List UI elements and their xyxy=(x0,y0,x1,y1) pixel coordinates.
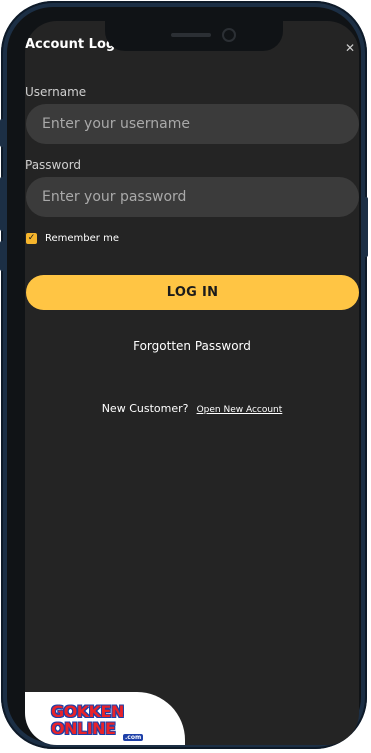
speaker-grille xyxy=(171,33,211,37)
username-input[interactable] xyxy=(26,104,359,144)
phone-frame: Account Log ✕ Username Password ✓ Rememb… xyxy=(0,1,368,749)
new-customer-text: New Customer? xyxy=(101,402,189,415)
password-input[interactable] xyxy=(26,177,359,217)
forgot-password-link[interactable]: Forgotten Password xyxy=(25,339,359,353)
side-button xyxy=(0,241,4,271)
side-button xyxy=(0,177,4,231)
remember-label: Remember me xyxy=(45,233,119,244)
logo-text-line2: ONLINE xyxy=(51,719,116,738)
phone-notch xyxy=(105,21,283,51)
password-label: Password xyxy=(25,158,82,172)
screen: Account Log ✕ Username Password ✓ Rememb… xyxy=(25,21,359,745)
page-title: Account Log xyxy=(25,37,116,52)
remember-checkbox[interactable]: ✓ xyxy=(26,233,37,244)
remember-me[interactable]: ✓ Remember me xyxy=(26,233,119,244)
open-account-link[interactable]: Open New Account xyxy=(197,405,283,415)
close-icon[interactable]: ✕ xyxy=(345,41,355,55)
brand-logo: GOKKEN ONLINE .com xyxy=(25,692,185,745)
phone-bezel: Account Log ✕ Username Password ✓ Rememb… xyxy=(7,7,361,745)
camera-icon xyxy=(222,28,236,42)
new-customer: New Customer? Open New Account xyxy=(25,397,359,416)
logo-suffix: .com xyxy=(123,734,144,741)
side-button xyxy=(0,119,4,147)
username-label: Username xyxy=(25,85,87,99)
login-button[interactable]: LOG IN xyxy=(26,275,359,310)
side-button xyxy=(364,197,368,257)
